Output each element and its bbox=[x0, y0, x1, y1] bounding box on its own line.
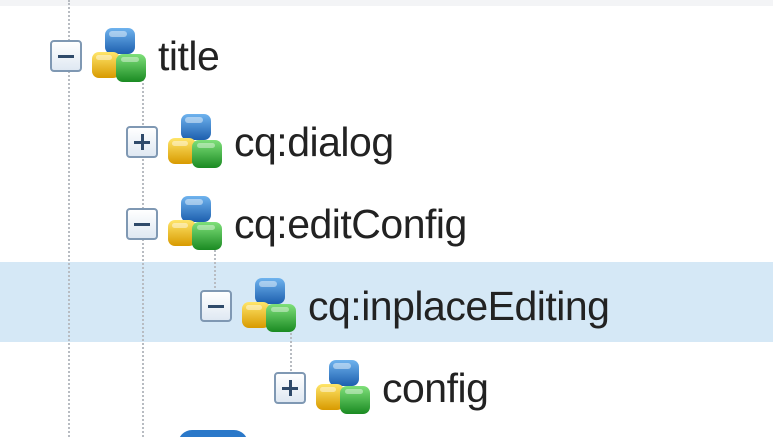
component-cubes-icon bbox=[238, 276, 300, 336]
component-cubes-icon bbox=[312, 358, 374, 418]
tree-node-config[interactable]: config bbox=[274, 356, 489, 420]
tree-node-cq-editconfig[interactable]: cq:editConfig bbox=[126, 192, 467, 256]
tree-node-label: cq:inplaceEditing bbox=[308, 282, 610, 329]
tree-node-label: title bbox=[158, 32, 220, 79]
panel-top-edge bbox=[0, 0, 773, 6]
component-cubes-icon bbox=[88, 26, 150, 86]
collapse-toggle-icon[interactable] bbox=[126, 208, 158, 240]
tree-node-label: cq:editConfig bbox=[234, 200, 467, 247]
expand-toggle-icon[interactable] bbox=[274, 372, 306, 404]
partial-node-icon bbox=[178, 430, 248, 437]
tree-node-cq-dialog[interactable]: cq:dialog bbox=[126, 110, 394, 174]
repository-tree: title cq:dialog cq:editConfig cq:inplace… bbox=[0, 0, 773, 437]
tree-node-label: config bbox=[382, 364, 489, 411]
component-cubes-icon bbox=[164, 194, 226, 254]
tree-node-title[interactable]: title bbox=[50, 24, 220, 88]
collapse-toggle-icon[interactable] bbox=[50, 40, 82, 72]
tree-node-cq-inplaceediting[interactable]: cq:inplaceEditing bbox=[200, 274, 610, 338]
expand-toggle-icon[interactable] bbox=[126, 126, 158, 158]
collapse-toggle-icon[interactable] bbox=[200, 290, 232, 322]
tree-node-label: cq:dialog bbox=[234, 118, 394, 165]
component-cubes-icon bbox=[164, 112, 226, 172]
